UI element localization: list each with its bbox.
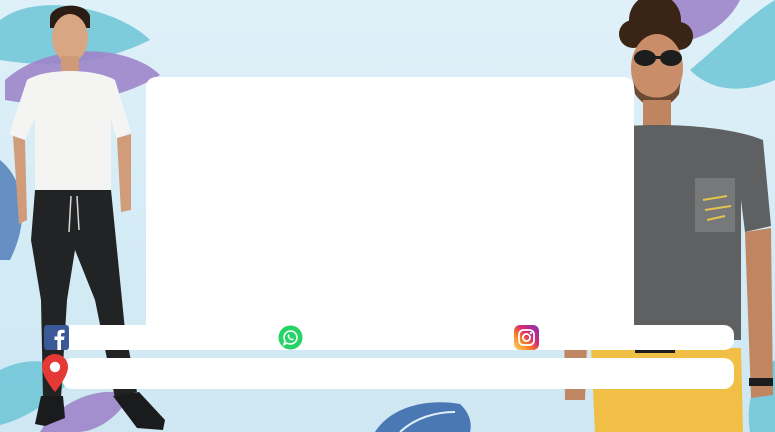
leaf-decoration-bottom-center: [375, 402, 471, 432]
instagram-icon[interactable]: [514, 325, 539, 350]
location-pin-icon[interactable]: [42, 354, 68, 392]
social-contact-bar: [62, 325, 734, 350]
whatsapp-icon[interactable]: [278, 325, 303, 350]
facebook-icon[interactable]: [44, 325, 69, 350]
promo-banner: [0, 0, 775, 432]
content-card: [146, 77, 634, 339]
address-bar: [62, 358, 734, 389]
